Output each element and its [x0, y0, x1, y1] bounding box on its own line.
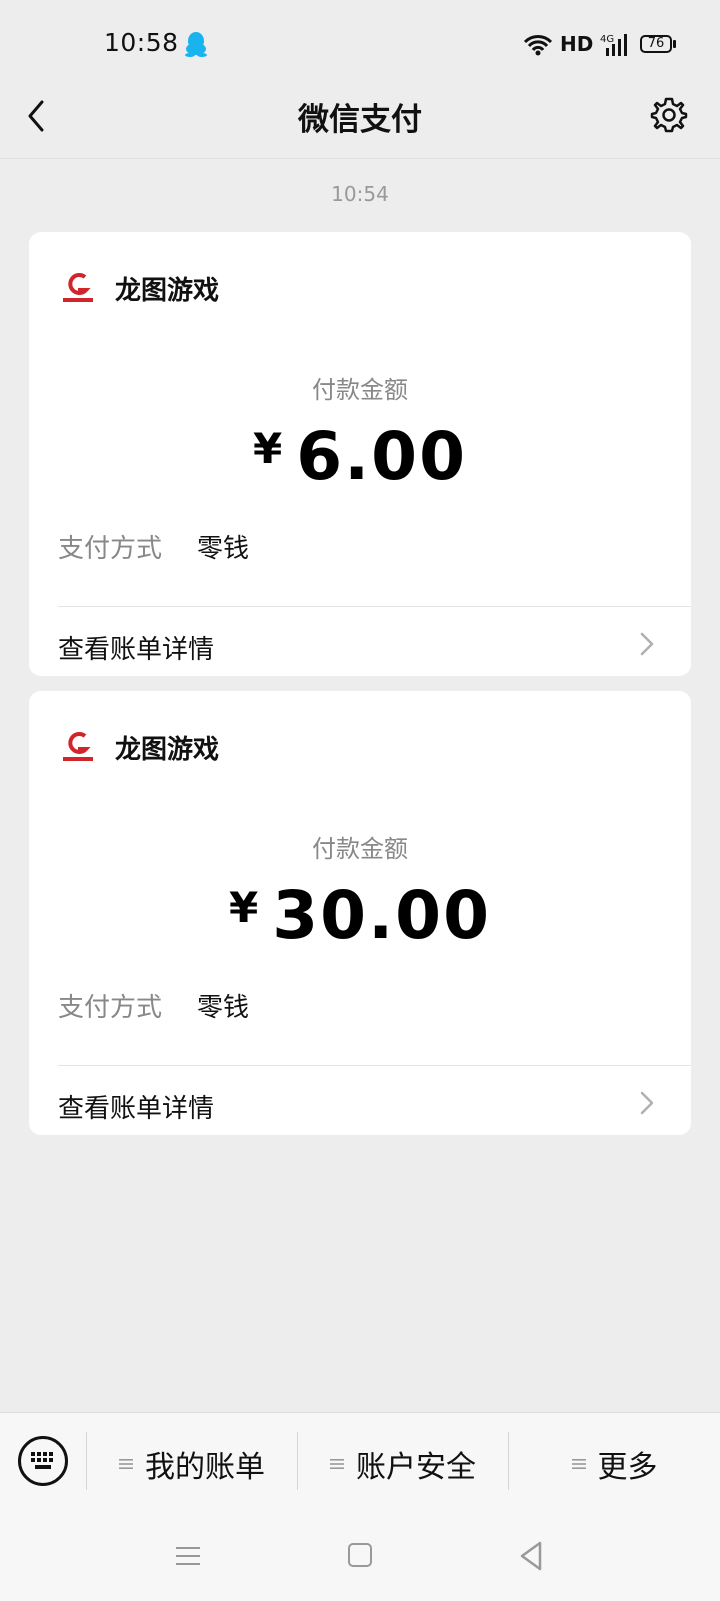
payment-amount: ¥6.00: [29, 418, 691, 495]
keyboard-icon: [31, 1452, 53, 1469]
qq-icon: [185, 32, 207, 57]
payment-card: 龙图游戏 付款金额 ¥6.00 支付方式 零钱 查看账单详情: [29, 232, 691, 676]
menu-account-security-label: 账户安全: [356, 1450, 476, 1485]
amount-label: 付款金额: [312, 376, 408, 404]
status-time: 10:58: [104, 28, 179, 57]
signal-4g-icon: 4G: [600, 34, 627, 56]
network-hd-label: HD: [560, 32, 594, 56]
nav-back-icon[interactable]: [518, 1540, 544, 1572]
merchant-logo: [63, 273, 93, 302]
message-timestamp: 10:54: [331, 182, 389, 206]
menu-account-security[interactable]: 账户安全: [298, 1444, 508, 1485]
merchant-name: 龙图游戏: [115, 276, 220, 306]
wifi-icon: [523, 35, 553, 56]
keyboard-toggle-button[interactable]: [18, 1436, 68, 1486]
merchant-name: 龙图游戏: [115, 735, 220, 765]
view-bill-details-link[interactable]: 查看账单详情: [29, 607, 691, 676]
chevron-right-icon: [640, 1091, 654, 1115]
chevron-right-icon: [640, 632, 654, 656]
amount-label: 付款金额: [312, 835, 408, 863]
payment-amount: ¥30.00: [29, 877, 691, 954]
currency-symbol: ¥: [229, 883, 261, 932]
bottom-menu-bar: [0, 1412, 720, 1601]
gear-icon[interactable]: [650, 96, 688, 134]
payment-card: 龙图游戏 付款金额 ¥30.00 支付方式 零钱 查看账单详情: [29, 691, 691, 1135]
svg-text:4G: 4G: [600, 34, 614, 45]
battery-tip: [673, 40, 676, 48]
menu-lines-icon: [571, 1459, 586, 1469]
view-bill-details-label: 查看账单详情: [58, 1094, 215, 1124]
menu-more-label: 更多: [597, 1450, 658, 1485]
header-divider: [0, 158, 720, 159]
payment-method-value: 零钱: [197, 534, 250, 564]
payment-method-value: 零钱: [197, 993, 250, 1023]
nav-menu-icon[interactable]: [176, 1544, 200, 1568]
merchant-logo: [63, 732, 93, 761]
payment-method-label: 支付方式: [58, 534, 163, 564]
amount-value: 30.00: [272, 877, 491, 954]
amount-value: 6.00: [296, 418, 468, 495]
page-title: 微信支付: [298, 102, 422, 138]
menu-lines-icon: [119, 1459, 133, 1469]
menu-my-bills[interactable]: 我的账单: [87, 1444, 297, 1485]
view-bill-details-link[interactable]: 查看账单详情: [29, 1066, 691, 1135]
payment-method-label: 支付方式: [58, 993, 163, 1023]
view-bill-details-label: 查看账单详情: [58, 635, 215, 665]
menu-lines-icon: [330, 1459, 344, 1469]
menu-more[interactable]: 更多: [509, 1444, 720, 1485]
menu-my-bills-label: 我的账单: [145, 1450, 265, 1485]
currency-symbol: ¥: [252, 424, 285, 473]
battery-icon: 76: [640, 35, 672, 53]
nav-home-icon[interactable]: [348, 1543, 372, 1567]
